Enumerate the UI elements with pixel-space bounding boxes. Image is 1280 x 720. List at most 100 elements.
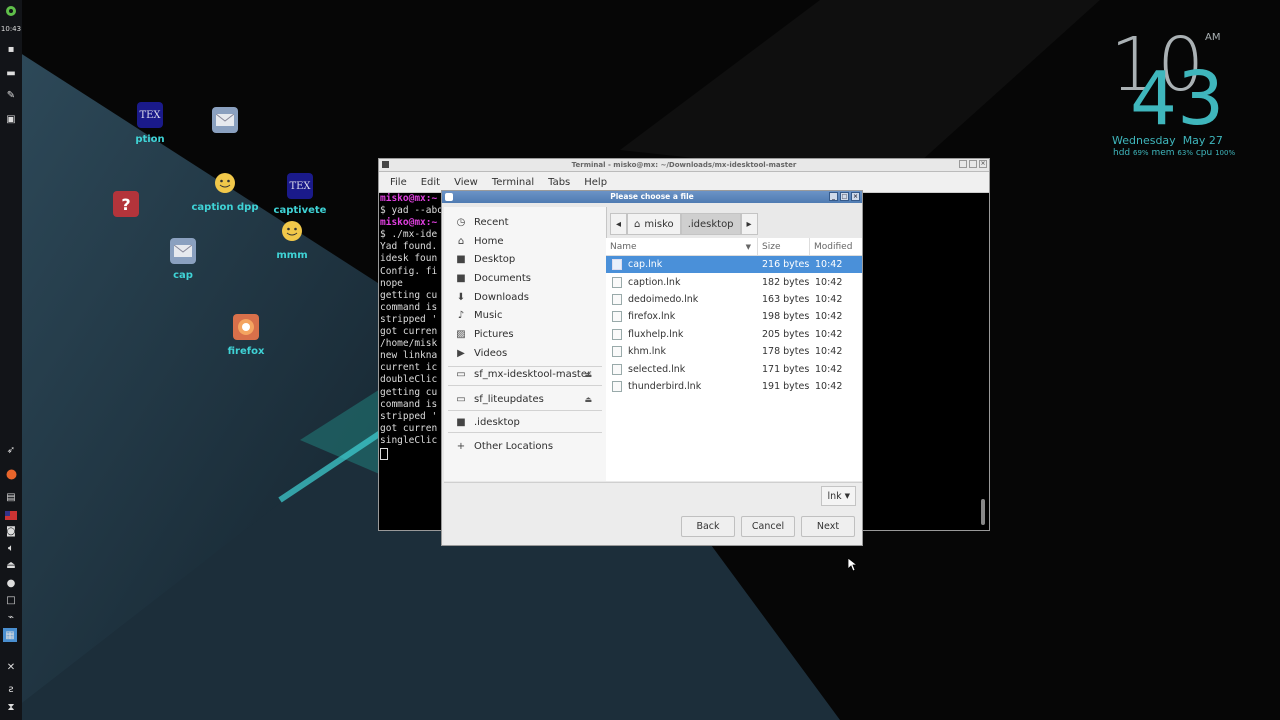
desktop-icon-cap[interactable]: cap [143, 238, 223, 281]
minimize-button[interactable] [959, 160, 967, 168]
back-button[interactable]: Back [681, 516, 735, 537]
file-row[interactable]: thunderbird.lnk 191 bytes 10:42 [606, 378, 862, 395]
file-icon [612, 311, 622, 323]
flag-icon[interactable] [3, 508, 19, 522]
place-downloads[interactable]: ⬇ Downloads [444, 288, 606, 306]
file-list: Name ▼ Size Modified cap.lnk 216 bytes 10:… [606, 238, 862, 481]
file-row[interactable]: firefox.lnk 198 bytes 10:42 [606, 308, 862, 325]
file-icon [612, 363, 622, 375]
hourglass-icon[interactable]: ⧗ [3, 700, 19, 714]
file-icon [612, 328, 622, 340]
package-icon[interactable]: ▤ [3, 490, 19, 504]
desktop-icon-caption-dpp[interactable]: caption dpp [185, 170, 265, 213]
terminal-line: getting cu [380, 290, 450, 302]
terminal-task-icon[interactable]: ▣ [3, 112, 19, 126]
picture-icon: ▨ [456, 328, 466, 340]
place-pictures[interactable]: ▨ Pictures [444, 325, 606, 343]
menu-tabs[interactable]: Tabs [541, 177, 577, 188]
firefox-icon[interactable] [3, 467, 19, 481]
column-size[interactable]: Size [758, 238, 810, 255]
close-button[interactable]: × [979, 160, 987, 168]
column-modified[interactable]: Modified [810, 238, 862, 255]
place-documents[interactable]: ■ Documents [444, 269, 606, 287]
file-modified-cell: 10:42 [815, 311, 843, 323]
tex-icon: TEX [287, 173, 313, 199]
menu-icon[interactable] [3, 4, 19, 18]
place-desktop[interactable]: ■ Desktop [444, 250, 606, 268]
file-row[interactable]: fluxhelp.lnk 205 bytes 10:42 [606, 326, 862, 343]
file-row[interactable]: khm.lnk 178 bytes 10:42 [606, 343, 862, 360]
file-size-cell: 198 bytes [762, 311, 810, 323]
path-segment-current[interactable]: .idesktop [680, 213, 741, 235]
place-recent[interactable]: ◷ Recent [444, 213, 606, 231]
file-icon [612, 276, 622, 288]
eject-icon[interactable]: ⏏ [584, 395, 592, 404]
eject-icon[interactable]: ⏏ [3, 558, 19, 572]
menu-help[interactable]: Help [577, 177, 614, 188]
file-chooser-dialog[interactable]: Please choose a file _ □ × ◷ Recent ⌂ Home… [441, 190, 863, 546]
file-name-cell: dedoimedo.lnk [606, 293, 758, 305]
path-forward-arrow[interactable]: ▸ [740, 213, 758, 235]
column-name[interactable]: Name ▼ [606, 238, 758, 255]
window-icon[interactable]: □ [3, 593, 19, 607]
volume-icon[interactable]: 🔈︎ [3, 541, 19, 555]
desktop-icon-help[interactable]: ? [86, 191, 166, 217]
eject-icon[interactable]: ⏏ [584, 370, 592, 379]
separator [448, 432, 602, 433]
dialog-maximize-button[interactable]: □ [840, 192, 849, 201]
file-icon [612, 259, 622, 271]
cancel-button[interactable]: Cancel [741, 516, 795, 537]
place-other-locations[interactable]: + Other Locations [444, 437, 606, 455]
desktop-icon-firefox[interactable]: firefox [206, 314, 286, 357]
hdd-value: 69% [1133, 149, 1149, 157]
dialog-window-icon [445, 193, 453, 201]
update-icon[interactable]: ● [3, 576, 19, 590]
device-sf-mx-idesktool-master[interactable]: ▭ sf_mx-idesktool-master ⏏ [444, 365, 606, 383]
file-row[interactable]: dedoimedo.lnk 163 bytes 10:42 [606, 291, 862, 308]
bookmark-idesktop[interactable]: ■ .idesktop [444, 413, 606, 431]
pen-icon[interactable]: ✎ [3, 88, 19, 102]
dialog-titlebar[interactable]: Please choose a file _ □ × [442, 191, 862, 203]
desktop-icon-captivete[interactable]: TEX captivete [260, 173, 340, 216]
filter-dropdown[interactable]: lnk ▼ [821, 486, 856, 506]
terminal-line: doubleClic [380, 374, 450, 386]
desktop-icon-mail[interactable] [185, 107, 265, 133]
dialog-close-button[interactable]: × [851, 192, 860, 201]
desktop-icon-ption[interactable]: TEX ption [110, 102, 190, 145]
terminal-output[interactable]: misko@mx:~ $ yad --abo misko@mx:~ $ ./mx-id… [380, 193, 450, 460]
place-videos[interactable]: ▶ Videos [444, 344, 606, 362]
menu-file[interactable]: File [383, 177, 414, 188]
text-icon[interactable]: ƨ [3, 682, 19, 696]
file-modified-cell: 10:42 [815, 328, 843, 340]
menu-view[interactable]: View [447, 177, 485, 188]
next-button[interactable]: Next [801, 516, 855, 537]
keyboard-icon[interactable]: ▦ [3, 628, 17, 642]
clip-icon[interactable]: ⌁ [3, 610, 19, 624]
folder-icon: ■ [456, 272, 466, 284]
terminal-text: new linkna [380, 350, 438, 362]
workspace-icon[interactable]: ▬ [3, 66, 19, 80]
menu-terminal[interactable]: Terminal [485, 177, 541, 188]
app-icon[interactable]: ▪ [3, 42, 19, 56]
dialog-minimize-button[interactable]: _ [829, 192, 838, 201]
maximize-button[interactable] [969, 160, 977, 168]
file-size-cell: 182 bytes [762, 276, 810, 288]
rocket-icon[interactable]: ➶ [3, 443, 19, 457]
path-segment-home[interactable]: ⌂ misko [627, 213, 681, 235]
place-home[interactable]: ⌂ Home [444, 232, 606, 250]
file-row[interactable]: cap.lnk 216 bytes 10:42 [606, 256, 862, 274]
path-back-arrow[interactable]: ◂ [610, 213, 628, 235]
camera-icon[interactable]: ◙ [3, 524, 19, 538]
mouse-cursor [847, 557, 859, 575]
x-logo-icon[interactable]: ✕ [3, 660, 19, 674]
terminal-titlebar[interactable]: Terminal - misko@mx: ~/Downloads/mx-ides… [379, 159, 989, 172]
file-row[interactable]: caption.lnk 182 bytes 10:42 [606, 273, 862, 290]
device-sf-liteupdates[interactable]: ▭ sf_liteupdates ⏏ [444, 390, 606, 408]
file-size-cell: 216 bytes [762, 259, 810, 271]
terminal-scrollbar[interactable] [981, 499, 985, 525]
emoji-icon [279, 218, 305, 244]
menu-edit[interactable]: Edit [414, 177, 447, 188]
place-music[interactable]: ♪ Music [444, 306, 606, 324]
desktop-icon-mmm[interactable]: mmm [252, 218, 332, 261]
file-row[interactable]: selected.lnk 171 bytes 10:42 [606, 360, 862, 377]
